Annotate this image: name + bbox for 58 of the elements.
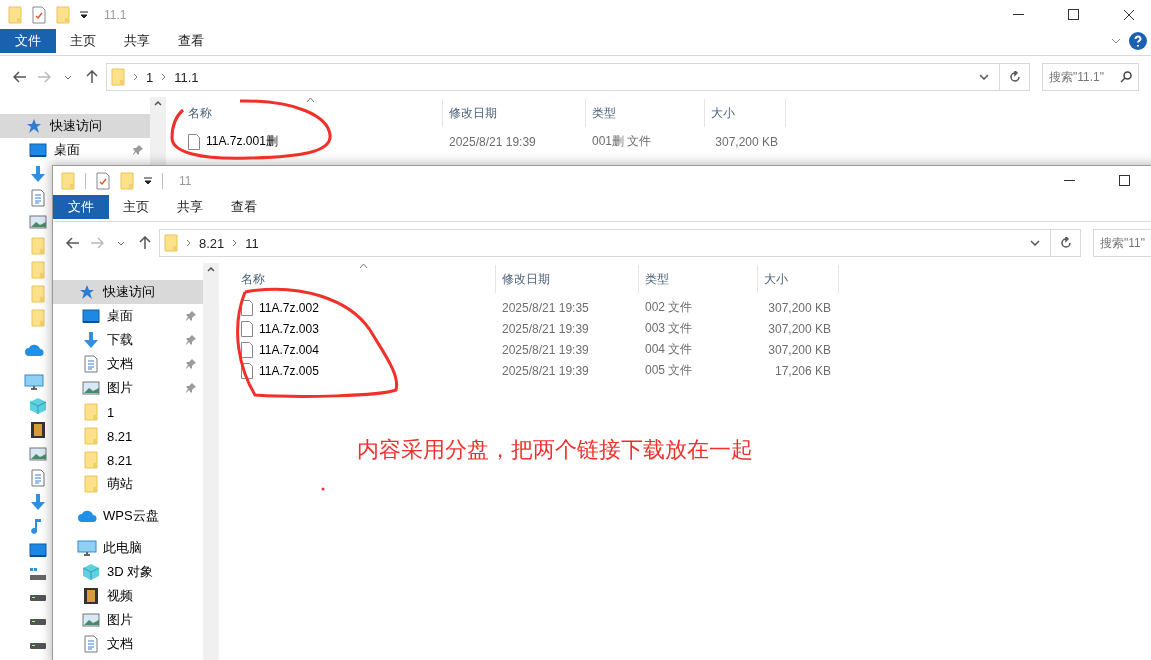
- search-field[interactable]: 搜索"11.1": [1042, 63, 1139, 91]
- ribbon-tab[interactable]: 查看: [217, 195, 271, 219]
- file-name[interactable]: 11A.7z.002: [219, 299, 496, 316]
- table-cell-text: 002 文件: [644, 299, 694, 316]
- sidebar-item[interactable]: 图片: [53, 376, 203, 400]
- sidebar-item[interactable]: 下载: [53, 328, 203, 352]
- sidebar-item[interactable]: 3D 对象: [53, 560, 203, 584]
- ribbon-tab[interactable]: 主页: [109, 195, 163, 219]
- file-name[interactable]: 11A.7z.005: [219, 362, 496, 379]
- sidebar-item[interactable]: 文档: [53, 352, 203, 376]
- ribbon-tab[interactable]: 查看: [164, 29, 218, 53]
- sidebar-item[interactable]: 快速访问: [53, 280, 203, 304]
- table-cell-text: 2025/8/21 19:39: [501, 321, 590, 336]
- file-name[interactable]: 11A.7z.003: [219, 320, 496, 337]
- sidebar-item[interactable]: 视频: [53, 584, 203, 608]
- column-header[interactable]: 名称: [166, 99, 443, 127]
- file-name[interactable]: 11A.7z.001删: [166, 133, 443, 150]
- column-header[interactable]: 类型: [586, 99, 705, 127]
- column-header[interactable]: 修改日期: [443, 99, 586, 127]
- ribbon-tab[interactable]: 共享: [163, 195, 217, 219]
- sidebar-item[interactable]: 8.21: [53, 448, 203, 472]
- column-header[interactable]: 大小: [705, 99, 786, 127]
- sidebar-item[interactable]: WPS云盘: [53, 504, 203, 528]
- table-cell-text: 17,206 KB: [773, 363, 832, 378]
- table-cell-text: 307,200 KB: [767, 321, 832, 336]
- sidebar-item[interactable]: 萌站: [53, 472, 203, 496]
- table-cell-text: 2025/8/21 19:39: [501, 363, 590, 378]
- table-cell-text: 307,200 KB: [767, 300, 832, 315]
- search-field[interactable]: 搜索"11": [1093, 229, 1151, 257]
- table-cell-text: 2025/8/21 19:39: [501, 342, 590, 357]
- table-cell-text: 004 文件: [644, 341, 694, 358]
- table-cell-text: 307,200 KB: [714, 134, 779, 149]
- table-cell-text: 307,200 KB: [767, 342, 832, 357]
- sidebar-item[interactable]: 文档: [53, 632, 203, 656]
- ribbon-tab[interactable]: 共享: [110, 29, 164, 53]
- address-bar[interactable]: 1 11.1: [106, 63, 1000, 91]
- table-cell-text: 2025/8/21 19:35: [501, 300, 590, 315]
- window-title: 11.1: [104, 7, 127, 22]
- address-bar[interactable]: 8.21 11: [159, 229, 1051, 257]
- column-header[interactable]: 类型: [639, 265, 758, 293]
- table-cell-text: 003 文件: [644, 320, 694, 337]
- sidebar-item[interactable]: 桌面: [0, 138, 150, 162]
- table-cell-text: 001删 文件: [591, 133, 653, 150]
- window-title: 11: [179, 173, 192, 188]
- file-name[interactable]: 11A.7z.004: [219, 341, 496, 358]
- column-header[interactable]: 大小: [758, 265, 839, 293]
- sidebar-item[interactable]: 桌面: [53, 304, 203, 328]
- table-cell-text: 005 文件: [644, 362, 694, 379]
- sidebar-item[interactable]: 1: [53, 400, 203, 424]
- column-header[interactable]: 修改日期: [496, 265, 639, 293]
- sidebar-item[interactable]: 快速访问: [0, 114, 150, 138]
- column-header[interactable]: 名称: [219, 265, 496, 293]
- table-cell-text: 2025/8/21 19:39: [448, 134, 537, 149]
- sidebar-item[interactable]: 8.21: [53, 424, 203, 448]
- ribbon-tab[interactable]: 主页: [56, 29, 110, 53]
- sidebar-item[interactable]: 此电脑: [53, 536, 203, 560]
- annotation-text: 内容采用分盘，把两个链接下载放在一起: [357, 436, 753, 464]
- sidebar-item[interactable]: 图片: [53, 608, 203, 632]
